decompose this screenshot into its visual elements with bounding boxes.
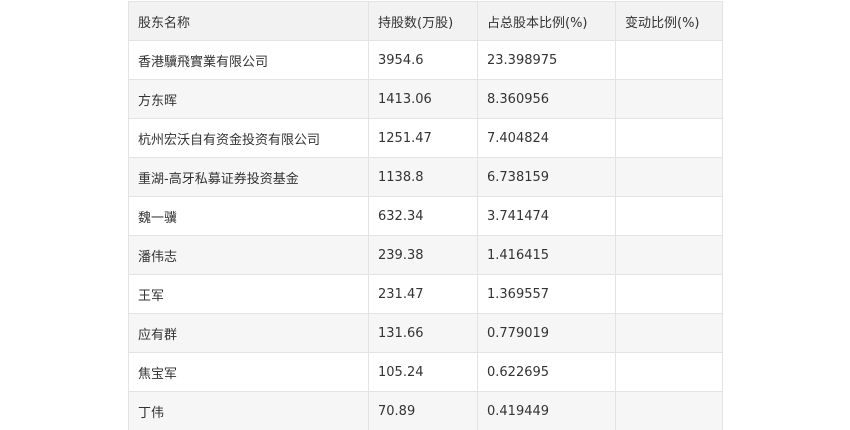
cell-share-ratio: 23.398975 xyxy=(477,40,616,80)
cell-shares-held: 3954.6 xyxy=(368,40,478,80)
table-row: 重湖-高牙私募证券投资基金 1138.8 6.738159 xyxy=(128,157,723,197)
cell-shareholder-name: 魏一骥 xyxy=(128,196,369,236)
cell-share-ratio: 8.360956 xyxy=(477,79,616,119)
cell-change-ratio xyxy=(615,391,723,430)
header-shareholder-name: 股东名称 xyxy=(128,1,369,41)
cell-shareholder-name: 重湖-高牙私募证券投资基金 xyxy=(128,157,369,197)
cell-share-ratio: 6.738159 xyxy=(477,157,616,197)
cell-shares-held: 1413.06 xyxy=(368,79,478,119)
cell-share-ratio: 0.779019 xyxy=(477,313,616,353)
cell-change-ratio xyxy=(615,352,723,392)
cell-change-ratio xyxy=(615,79,723,119)
cell-shares-held: 105.24 xyxy=(368,352,478,392)
cell-share-ratio: 0.419449 xyxy=(477,391,616,430)
table-row: 应有群 131.66 0.779019 xyxy=(128,313,723,353)
cell-shares-held: 1251.47 xyxy=(368,118,478,158)
cell-shareholder-name: 应有群 xyxy=(128,313,369,353)
cell-share-ratio: 0.622695 xyxy=(477,352,616,392)
cell-shareholder-name: 方东晖 xyxy=(128,79,369,119)
cell-shares-held: 239.38 xyxy=(368,235,478,275)
cell-shareholder-name: 焦宝军 xyxy=(128,352,369,392)
header-change-ratio: 变动比例(%) xyxy=(615,1,723,41)
cell-shareholder-name: 杭州宏沃自有资金投资有限公司 xyxy=(128,118,369,158)
cell-shareholder-name: 王军 xyxy=(128,274,369,314)
table-row: 杭州宏沃自有资金投资有限公司 1251.47 7.404824 xyxy=(128,118,723,158)
cell-share-ratio: 3.741474 xyxy=(477,196,616,236)
cell-shares-held: 131.66 xyxy=(368,313,478,353)
cell-change-ratio xyxy=(615,157,723,197)
cell-shareholder-name: 香港驥飛實業有限公司 xyxy=(128,40,369,80)
cell-shares-held: 231.47 xyxy=(368,274,478,314)
table-header-row: 股东名称 持股数(万股) 占总股本比例(%) 变动比例(%) xyxy=(128,1,723,41)
table-row: 王军 231.47 1.369557 xyxy=(128,274,723,314)
table-row: 焦宝军 105.24 0.622695 xyxy=(128,352,723,392)
header-share-ratio: 占总股本比例(%) xyxy=(477,1,616,41)
cell-change-ratio xyxy=(615,40,723,80)
cell-shareholder-name: 潘伟志 xyxy=(128,235,369,275)
table-row: 潘伟志 239.38 1.416415 xyxy=(128,235,723,275)
cell-shares-held: 1138.8 xyxy=(368,157,478,197)
table-row: 方东晖 1413.06 8.360956 xyxy=(128,79,723,119)
cell-shareholder-name: 丁伟 xyxy=(128,391,369,430)
cell-share-ratio: 7.404824 xyxy=(477,118,616,158)
cell-share-ratio: 1.369557 xyxy=(477,274,616,314)
cell-change-ratio xyxy=(615,313,723,353)
shareholders-table: 股东名称 持股数(万股) 占总股本比例(%) 变动比例(%) 香港驥飛實業有限公… xyxy=(128,1,723,430)
cell-change-ratio xyxy=(615,118,723,158)
cell-shares-held: 70.89 xyxy=(368,391,478,430)
cell-change-ratio xyxy=(615,196,723,236)
header-shares-held: 持股数(万股) xyxy=(368,1,478,41)
cell-share-ratio: 1.416415 xyxy=(477,235,616,275)
table-row: 丁伟 70.89 0.419449 xyxy=(128,391,723,430)
table-row: 香港驥飛實業有限公司 3954.6 23.398975 xyxy=(128,40,723,80)
page: 股东名称 持股数(万股) 占总股本比例(%) 变动比例(%) 香港驥飛實業有限公… xyxy=(0,0,850,430)
cell-change-ratio xyxy=(615,274,723,314)
table-row: 魏一骥 632.34 3.741474 xyxy=(128,196,723,236)
cell-shares-held: 632.34 xyxy=(368,196,478,236)
cell-change-ratio xyxy=(615,235,723,275)
